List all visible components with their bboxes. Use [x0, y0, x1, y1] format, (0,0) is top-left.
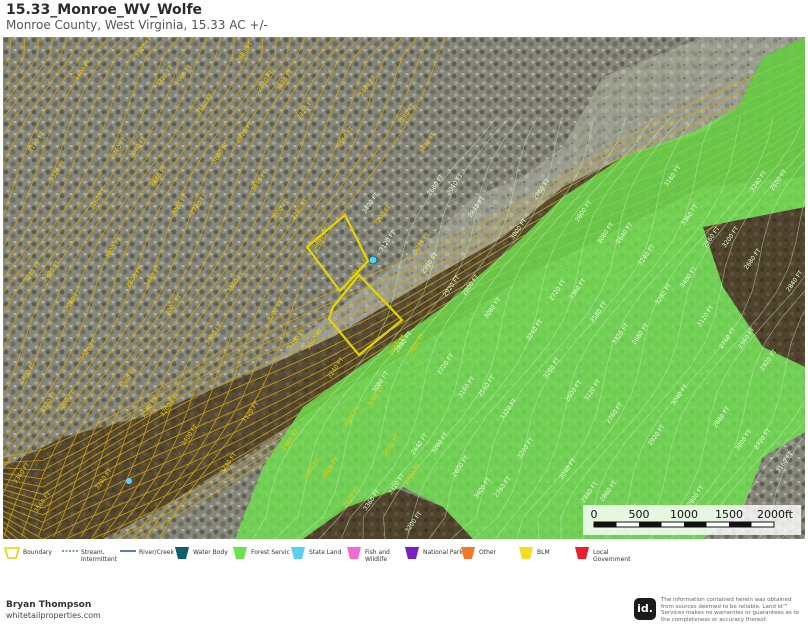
fish-wildlife-icon	[347, 547, 361, 559]
legend-item-national-park: National Park	[404, 546, 463, 560]
legend-item-boundary: Boundary	[4, 546, 52, 560]
legend-item-state-land: State Land	[290, 546, 341, 560]
legend-item-other: Other	[460, 546, 496, 560]
legend-label: State Land	[309, 549, 342, 556]
river-icon	[120, 550, 136, 552]
other-icon	[461, 547, 475, 559]
legend-label: Forest Servic	[251, 549, 290, 556]
map-canvas[interactable]: 3680 FT 3680 FT 3680 FT 3600 FT 3600 FT 3600 …	[3, 37, 805, 539]
state-land-icon	[291, 547, 305, 559]
legend-item-water-body: Water Body	[174, 546, 228, 560]
pond-small-icon	[126, 478, 132, 484]
legend-item-forest-service: Forest Servic	[232, 546, 290, 560]
disclaimer-text: The information contained herein was obt…	[661, 597, 799, 623]
map-legend: Boundary Stream, Intermittent River/Cree…	[4, 546, 804, 570]
legend-label: Water Body	[193, 549, 228, 556]
legend-item-local-government: Local Government	[574, 546, 631, 563]
scale-tick-0: 0	[591, 508, 598, 521]
agent-website-link[interactable]: whitetailproperties.com	[6, 611, 101, 620]
legend-label: River/Creek	[139, 549, 174, 556]
legend-label: BLM	[537, 549, 550, 556]
water-body-icon	[175, 547, 189, 559]
local-government-icon	[575, 547, 589, 559]
legend-item-blm: BLM	[518, 546, 550, 560]
map-svg: 3680 FT3680 FT3680 FT3600 FT3600 FT3600 …	[3, 37, 805, 539]
boundary-icon	[4, 547, 20, 559]
legend-label: Boundary	[23, 549, 52, 556]
pond-icon	[368, 255, 378, 265]
national-park-icon	[405, 547, 419, 559]
scale-tick-500: 500	[629, 508, 650, 521]
scale-bar: 0 500 1000 1500 2000ft	[583, 505, 801, 535]
legend-label: Local Government	[593, 549, 631, 563]
blm-icon	[519, 547, 533, 559]
legend-item-stream: Stream, Intermittent	[62, 546, 117, 563]
forest-service-icon	[233, 547, 247, 559]
scale-tick-2000: 2000ft	[757, 508, 794, 521]
legend-label: National Park	[423, 549, 463, 556]
stream-intermittent-icon	[62, 550, 78, 552]
land-id-logo: id.	[634, 598, 656, 620]
legend-item-river: River/Creek	[120, 546, 174, 560]
legend-item-fish-wildlife: Fish and Wildlife	[346, 546, 391, 563]
agent-name: Bryan Thompson	[6, 600, 92, 610]
map-title: 15.33_Monroe_WV_Wolfe	[6, 2, 203, 18]
legend-label: Stream, Intermittent	[81, 549, 118, 563]
legend-label: Fish and Wildlife	[365, 549, 390, 563]
legend-label: Other	[479, 549, 497, 556]
scale-tick-1500: 1500	[715, 508, 743, 521]
scale-tick-1000: 1000	[670, 508, 698, 521]
map-subtitle: Monroe County, West Virginia, 15.33 AC +…	[6, 18, 268, 32]
